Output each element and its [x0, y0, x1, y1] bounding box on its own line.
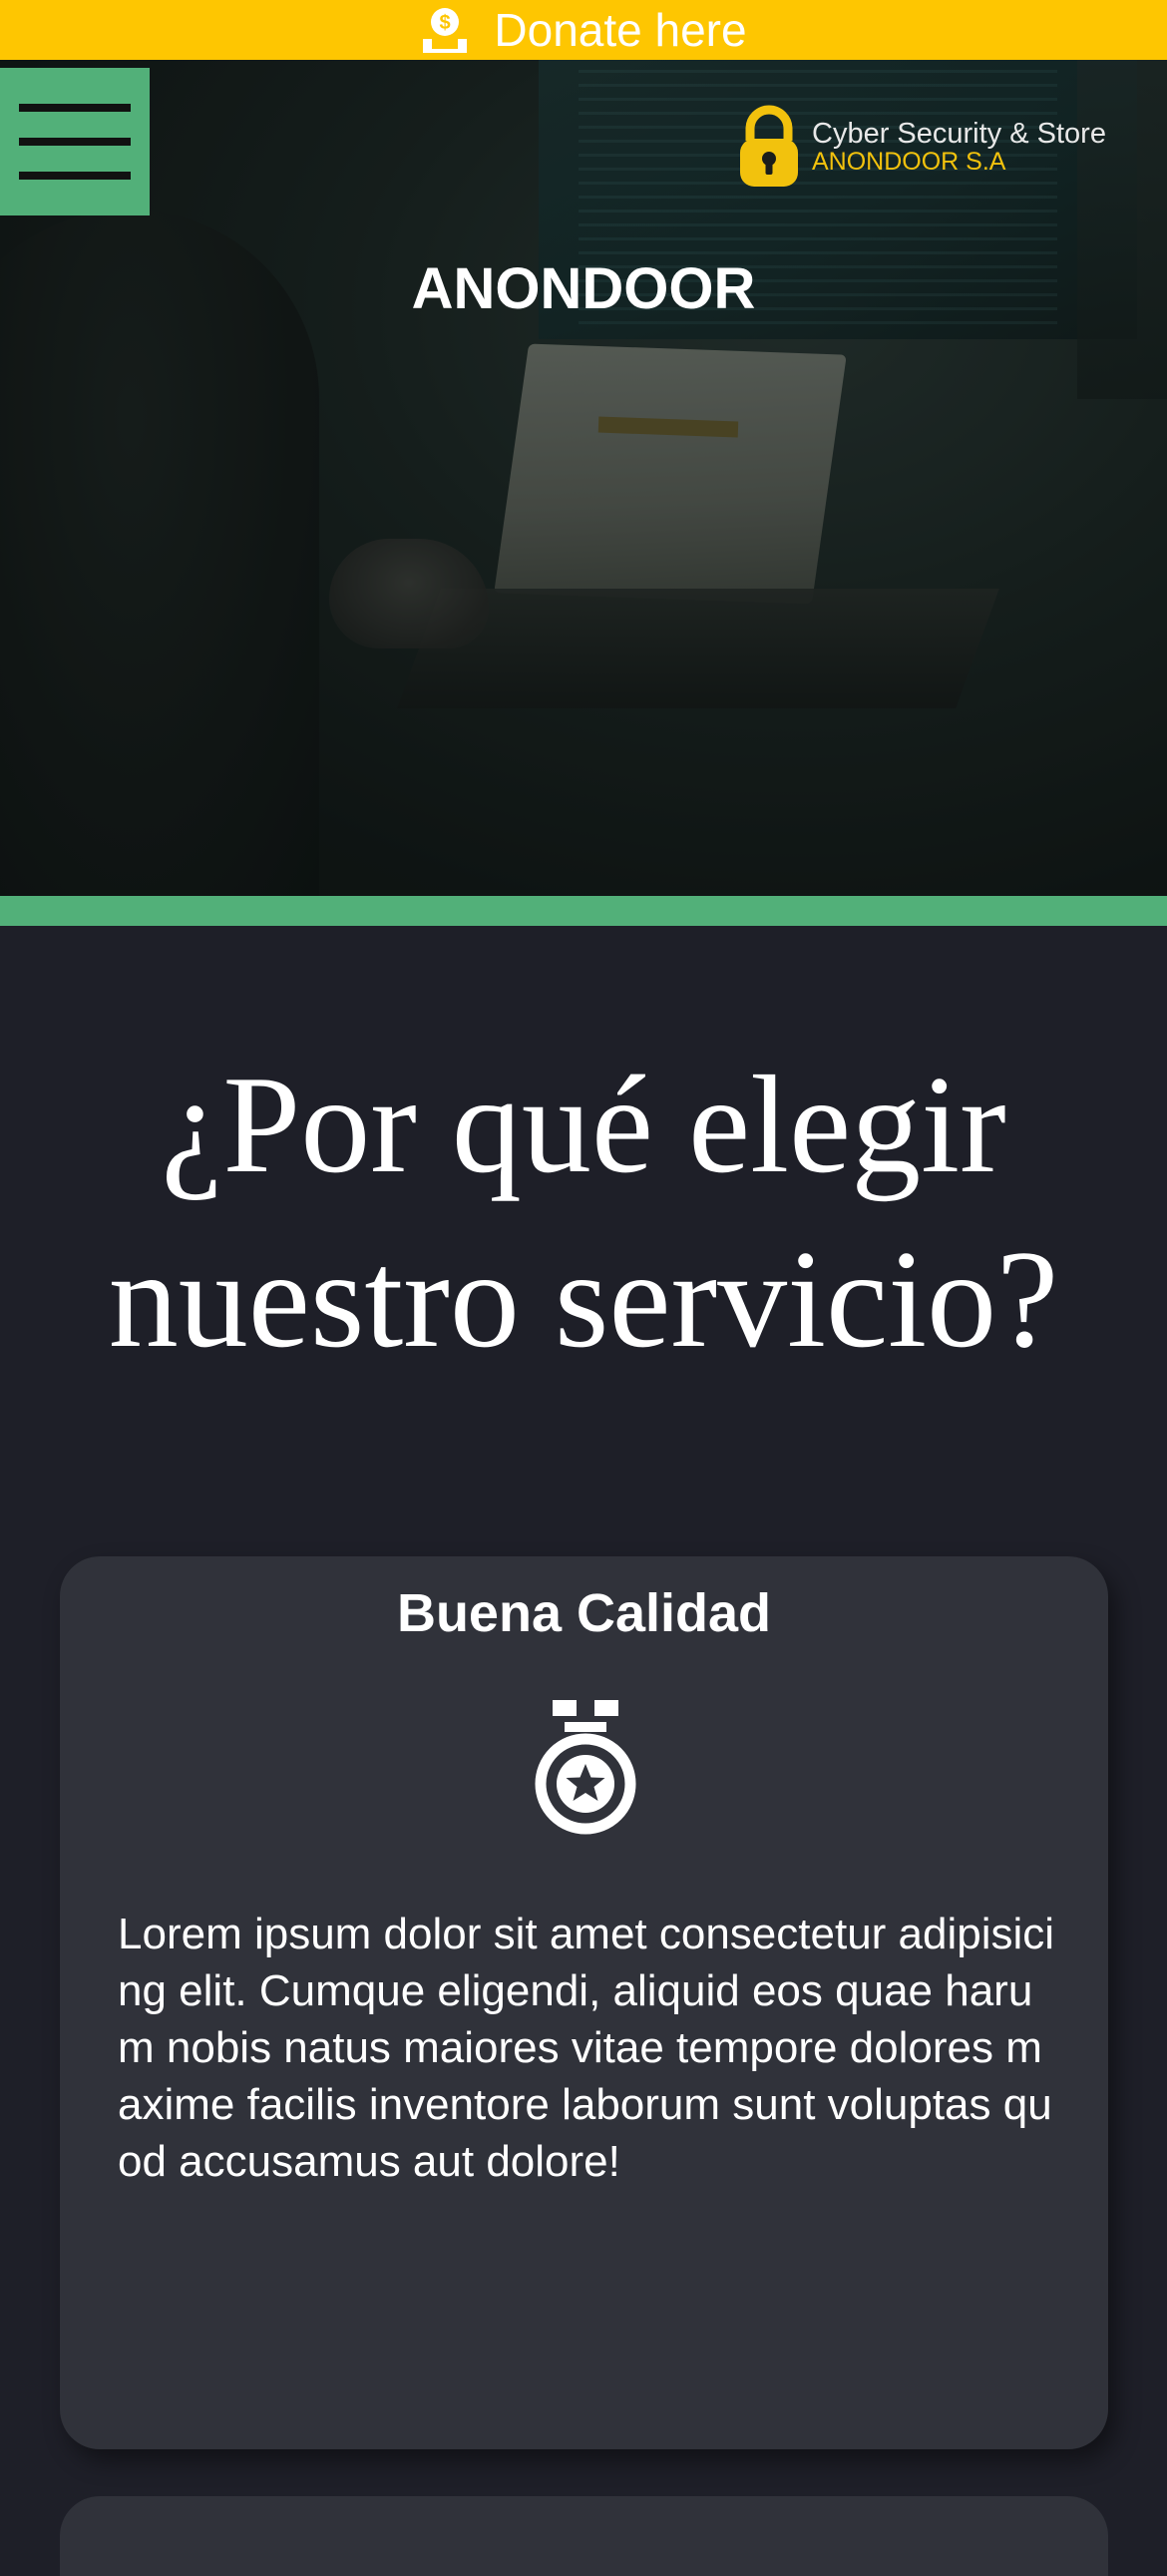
donate-hand-coin-icon: $: [420, 5, 470, 55]
section-heading-line1: ¿Por qué elegir: [161, 1048, 1006, 1202]
brand-logo-company: ANONDOOR S.A: [812, 148, 1006, 177]
brand-logo[interactable]: Cyber Security & Store ANONDOOR S.A: [736, 105, 1106, 189]
hamburger-menu-bar: [19, 138, 131, 146]
section-heading-line2: nuestro servicio?: [108, 1222, 1059, 1377]
section-divider: [0, 896, 1167, 926]
brand-logo-text: Cyber Security & Store ANONDOOR S.A: [812, 117, 1106, 177]
feature-card: Buena Calidad Lorem ipsum dolor sit amet…: [60, 1556, 1108, 2449]
brand-logo-tagline: Cyber Security & Store: [812, 117, 1106, 150]
svg-text:$: $: [440, 12, 451, 34]
donate-label: Donate here: [494, 4, 747, 56]
hamburger-menu-icon: [19, 104, 131, 112]
hamburger-menu-bar: [19, 172, 131, 180]
donate-bar[interactable]: $ Donate here: [0, 0, 1167, 60]
hero-banner: Cyber Security & Store ANONDOOR S.A ANON…: [0, 60, 1167, 896]
medal-star-icon: [531, 1698, 640, 1838]
feature-card-title: Buena Calidad: [396, 1583, 772, 1643]
page-title: ANONDOOR: [411, 256, 756, 321]
feature-card: [60, 2496, 1108, 2576]
section-heading: ¿Por qué elegir nuestro servicio?: [40, 1038, 1127, 1387]
padlock-icon: [736, 105, 802, 189]
hamburger-menu-button[interactable]: [0, 68, 150, 215]
feature-card-description: Lorem ipsum dolor sit amet consectetur a…: [118, 1910, 1055, 2186]
